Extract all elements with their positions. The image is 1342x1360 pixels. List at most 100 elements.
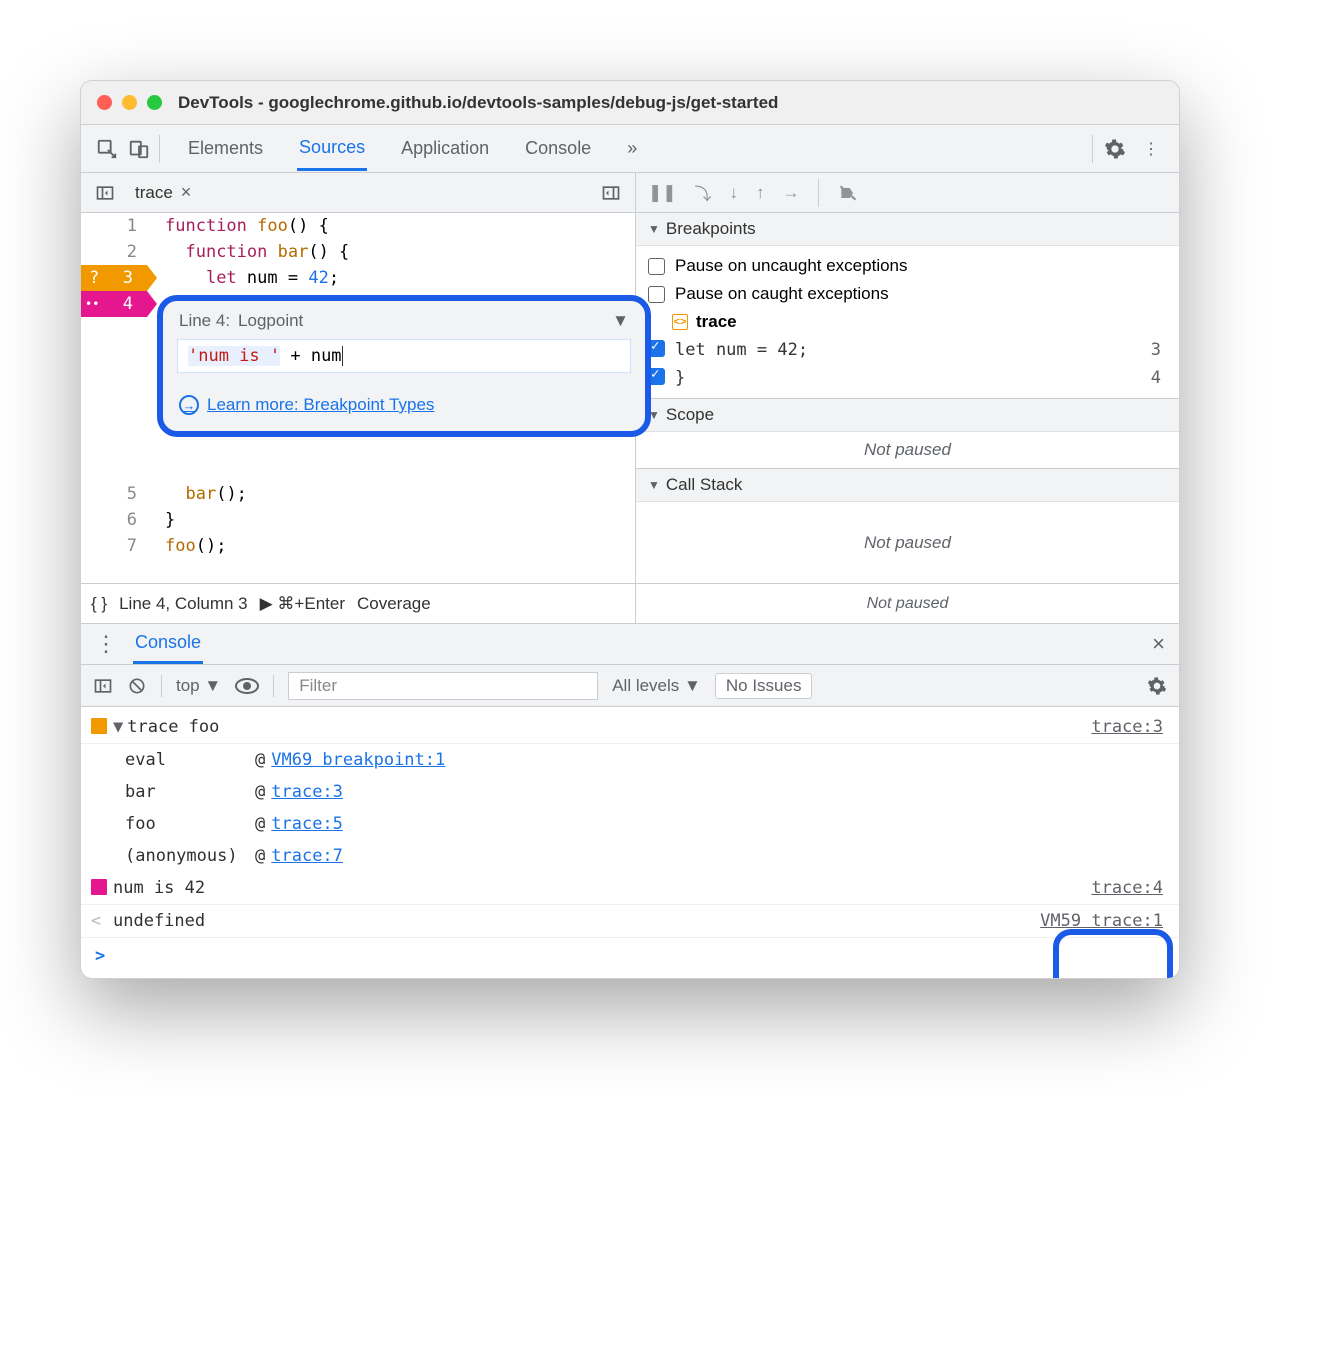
tab-console[interactable]: Console	[523, 128, 593, 169]
line-number[interactable]: 1	[81, 213, 137, 239]
inspect-element-icon[interactable]	[95, 137, 119, 161]
log-message: num is 42	[113, 874, 1091, 902]
line-number-conditional-bp[interactable]: 3	[81, 265, 147, 291]
step-into-icon[interactable]: ↓	[730, 183, 739, 203]
checkbox-unchecked[interactable]	[648, 286, 665, 303]
dropdown-arrow-icon: ▼	[612, 311, 629, 331]
source-link[interactable]: trace:3	[271, 778, 343, 806]
pause-icon[interactable]: ❚❚	[648, 183, 677, 203]
sidebar-toggle-icon[interactable]	[93, 676, 113, 696]
close-window-icon[interactable]	[97, 95, 112, 110]
close-drawer-icon[interactable]: ×	[1152, 631, 1165, 657]
console-log-row[interactable]: num is 42 trace:4	[81, 872, 1179, 905]
step-icon[interactable]: →	[783, 183, 800, 203]
breakpoint-item[interactable]: let num = 42; 3	[648, 336, 1167, 364]
source-link[interactable]: VM69 breakpoint:1	[271, 746, 445, 774]
navigator-toggle-icon[interactable]	[91, 179, 119, 207]
step-out-icon[interactable]: ↑	[756, 183, 765, 203]
logpoint-editor-popup: Line 4: Logpoint ▼ 'num is ' + num → Lea…	[157, 295, 651, 437]
expand-icon: ▼	[648, 222, 660, 236]
editor-status-bar: { } Line 4, Column 3 ▶ ⌘+Enter Coverage …	[81, 583, 1179, 623]
checkbox-unchecked[interactable]	[648, 258, 665, 275]
code-editor: 1 2 3 4 5 6 7 function foo() { function …	[81, 213, 636, 583]
checkbox-label: Pause on uncaught exceptions	[675, 256, 908, 276]
console-return-row[interactable]: < undefined VM59 trace:1	[81, 905, 1179, 938]
pause-caught-row[interactable]: Pause on caught exceptions	[648, 280, 1167, 308]
issues-button[interactable]: No Issues	[715, 673, 813, 699]
tab-elements[interactable]: Elements	[186, 128, 265, 169]
line-number[interactable]: 6	[81, 507, 137, 533]
more-tabs-icon[interactable]	[597, 179, 625, 207]
maximize-window-icon[interactable]	[147, 95, 162, 110]
source-link[interactable]: VM59 trace:1	[1040, 907, 1163, 935]
line-gutter[interactable]: 1 2 3 4 5 6 7	[81, 213, 151, 583]
clear-console-icon[interactable]	[127, 676, 147, 696]
line-number-logpoint[interactable]: 4	[81, 291, 147, 317]
step-over-icon[interactable]: ⤵	[695, 180, 712, 205]
divider	[161, 675, 162, 697]
stack-trace: eval@VM69 breakpoint:1 bar@trace:3 foo@t…	[81, 744, 1179, 872]
stack-frame[interactable]: (anonymous)@trace:7	[125, 840, 1179, 872]
breakpoint-item[interactable]: } 4	[648, 364, 1167, 392]
drawer-tabstrip: ⋮ Console ×	[81, 623, 1179, 665]
console-prompt[interactable]: >	[81, 938, 1179, 974]
breakpoint-line-no: 3	[1151, 340, 1167, 360]
source-link[interactable]: trace:3	[1091, 713, 1163, 741]
breakpoints-section-header[interactable]: ▼ Breakpoints	[636, 213, 1179, 246]
source-link[interactable]: trace:7	[271, 842, 343, 870]
callstack-not-paused: Not paused	[636, 502, 1179, 583]
return-value: undefined	[113, 907, 1040, 935]
pretty-print-icon[interactable]: { }	[91, 594, 107, 614]
breakpoint-type-select[interactable]: Logpoint ▼	[238, 311, 629, 331]
tab-more[interactable]: »	[625, 128, 639, 169]
context-selector[interactable]: top ▼	[176, 676, 221, 696]
section-title: Breakpoints	[666, 219, 756, 239]
cursor-position: Line 4, Column 3	[119, 594, 248, 614]
stack-frame[interactable]: foo@trace:5	[125, 808, 1179, 840]
settings-icon[interactable]	[1101, 135, 1129, 163]
tab-application[interactable]: Application	[399, 128, 491, 169]
minimize-window-icon[interactable]	[122, 95, 137, 110]
device-toggle-icon[interactable]	[127, 137, 151, 161]
learn-more-link[interactable]: → Learn more: Breakpoint Types	[179, 395, 629, 415]
checkbox-label: Pause on caught exceptions	[675, 284, 889, 304]
coverage-label[interactable]: Coverage	[357, 594, 431, 614]
logpoint-expression-input[interactable]: 'num is ' + num	[177, 339, 631, 373]
breakpoints-section-body: Pause on uncaught exceptions Pause on ca…	[636, 246, 1179, 398]
source-link[interactable]: trace:4	[1091, 874, 1163, 902]
popup-header: Line 4: Logpoint ▼	[163, 301, 645, 339]
menu-icon[interactable]: ⋮	[1137, 135, 1165, 163]
expr-rest: + num	[280, 346, 341, 366]
drawer-menu-icon[interactable]: ⋮	[95, 631, 117, 657]
main-tabstrip: Elements Sources Application Console » ⋮	[81, 125, 1179, 173]
logpoint-badge-icon	[91, 874, 113, 902]
live-expression-icon[interactable]	[235, 678, 259, 694]
debugger-side-panel: ▼ Breakpoints Pause on uncaught exceptio…	[636, 213, 1179, 583]
file-tab-trace[interactable]: trace ×	[129, 178, 197, 207]
log-levels-selector[interactable]: All levels ▼	[612, 676, 701, 696]
pause-uncaught-row[interactable]: Pause on uncaught exceptions	[648, 252, 1167, 280]
drawer-tab-console[interactable]: Console	[133, 624, 203, 664]
section-title: Call Stack	[666, 475, 743, 495]
run-snippet-button[interactable]: ▶ ⌘+Enter	[260, 594, 345, 614]
source-link[interactable]: trace:5	[271, 810, 343, 838]
stack-frame[interactable]: eval@VM69 breakpoint:1	[125, 744, 1179, 776]
console-settings-icon[interactable]	[1147, 676, 1167, 696]
line-number[interactable]: 7	[81, 533, 137, 559]
section-title: Scope	[666, 405, 714, 425]
close-file-icon[interactable]: ×	[181, 182, 192, 203]
breakpoint-file-group[interactable]: <> trace	[648, 308, 1167, 336]
filter-input[interactable]: Filter	[288, 672, 598, 700]
line-number[interactable]: 2	[81, 239, 137, 265]
callstack-section-header[interactable]: ▼ Call Stack	[636, 468, 1179, 502]
arrow-circle-icon: →	[179, 395, 199, 415]
tab-sources[interactable]: Sources	[297, 127, 367, 171]
line-number[interactable]: 5	[81, 481, 137, 507]
learn-more-text: Learn more: Breakpoint Types	[207, 395, 434, 415]
scope-section-header[interactable]: ▼ Scope	[636, 398, 1179, 432]
console-trace-row[interactable]: ▼trace foo trace:3	[81, 711, 1179, 744]
deactivate-breakpoints-icon[interactable]	[837, 183, 859, 203]
divider	[273, 675, 274, 697]
stack-frame[interactable]: bar@trace:3	[125, 776, 1179, 808]
breakpoint-text: }	[665, 368, 1151, 388]
